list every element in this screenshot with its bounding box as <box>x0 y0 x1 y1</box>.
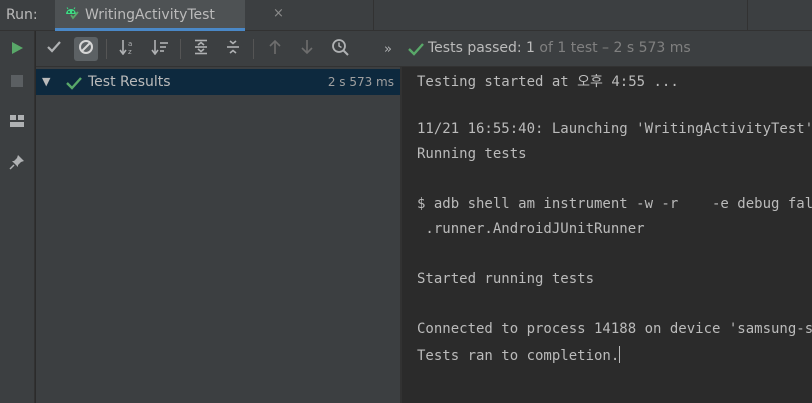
pin-tab-button[interactable] <box>5 152 29 176</box>
stop-button[interactable] <box>5 69 29 93</box>
more-actions-button[interactable]: » <box>376 37 400 61</box>
status-prefix: Tests passed: <box>428 40 527 56</box>
ignored-icon <box>78 39 94 59</box>
console-line: 11/21 16:55:40: Launching 'WritingActivi… <box>417 121 812 137</box>
previous-failed-button[interactable] <box>263 37 287 61</box>
console-line: Connected to process 14188 on device 'sa… <box>417 321 812 337</box>
left-toolbar <box>0 31 35 403</box>
check-icon <box>46 39 62 59</box>
arrow-down-icon <box>300 39 314 59</box>
restore-layout-button[interactable] <box>5 111 29 135</box>
console-line: Running tests <box>417 146 527 162</box>
clock-search-icon <box>331 38 349 60</box>
console-line: Tests ran to completion. <box>417 348 620 364</box>
run-tool-window-header: Run: WritingActivityTest × <box>0 0 812 31</box>
next-failed-button[interactable] <box>295 37 319 61</box>
close-tab-icon[interactable]: × <box>273 6 284 21</box>
layout-icon <box>9 113 25 133</box>
text-caret <box>619 346 621 363</box>
tree-row-test-results[interactable]: ▼ Test Results 2 s 573 ms <box>36 69 400 95</box>
pin-icon <box>9 154 25 174</box>
show-ignored-button[interactable] <box>74 37 98 61</box>
console-last-line: Tests ran to completion. <box>417 346 621 364</box>
toolbar-separator <box>106 39 107 59</box>
tree-row-duration: 2 s 573 ms <box>327 75 394 89</box>
collapse-all-icon <box>225 39 241 59</box>
expand-arrow-icon[interactable]: ▼ <box>42 75 50 88</box>
header-divider <box>747 0 748 31</box>
console-line: Testing started at 오후 4:55 ... <box>417 74 679 90</box>
status-rest: of 1 test – 2 s 573 ms <box>534 40 691 56</box>
test-status-summary: Tests passed: 1 of 1 test – 2 s 573 ms <box>428 40 691 56</box>
toolbar-separator <box>253 39 254 59</box>
console-line: Started running tests <box>417 271 595 287</box>
sort-by-duration-icon <box>151 39 169 59</box>
tests-passed-check-icon <box>408 41 424 60</box>
toolbar-separator <box>180 39 181 59</box>
expand-all-icon <box>193 39 209 59</box>
svg-text:z: z <box>128 48 132 55</box>
run-label: Run: <box>6 7 38 23</box>
sort-by-duration-button[interactable] <box>148 37 172 61</box>
stop-icon <box>11 72 23 91</box>
rerun-button[interactable] <box>5 37 29 61</box>
console-line: $ adb shell am instrument -w -r -e debug… <box>417 196 812 212</box>
tab-writing-activity-test[interactable]: WritingActivityTest × <box>55 0 284 31</box>
tree-row-label: Test Results <box>88 74 171 90</box>
passed-check-icon <box>66 75 82 94</box>
header-divider <box>373 0 374 31</box>
tab-title: WritingActivityTest <box>85 7 215 23</box>
expand-all-button[interactable] <box>189 37 213 61</box>
status-count: 1 <box>526 40 535 56</box>
test-results-tree: ▼ Test Results 2 s 573 ms <box>36 67 400 403</box>
console-line: .runner.AndroidJUnitRunner <box>417 221 645 237</box>
show-passed-button[interactable] <box>42 37 66 61</box>
test-history-button[interactable] <box>328 37 352 61</box>
svg-text:a: a <box>128 40 132 48</box>
console-output[interactable]: Testing started at 오후 4:55 ... 11/21 16:… <box>402 67 812 403</box>
sort-alphabetically-icon: a z <box>119 39 137 59</box>
collapse-all-button[interactable] <box>221 37 245 61</box>
arrow-up-icon <box>268 39 282 59</box>
test-runner-toolbar: a z » Tests passed: 1 of 1 test – 2 s 57… <box>36 31 812 67</box>
run-icon <box>10 40 24 59</box>
sort-alphabetically-button[interactable]: a z <box>116 37 140 61</box>
android-test-icon <box>63 5 79 21</box>
